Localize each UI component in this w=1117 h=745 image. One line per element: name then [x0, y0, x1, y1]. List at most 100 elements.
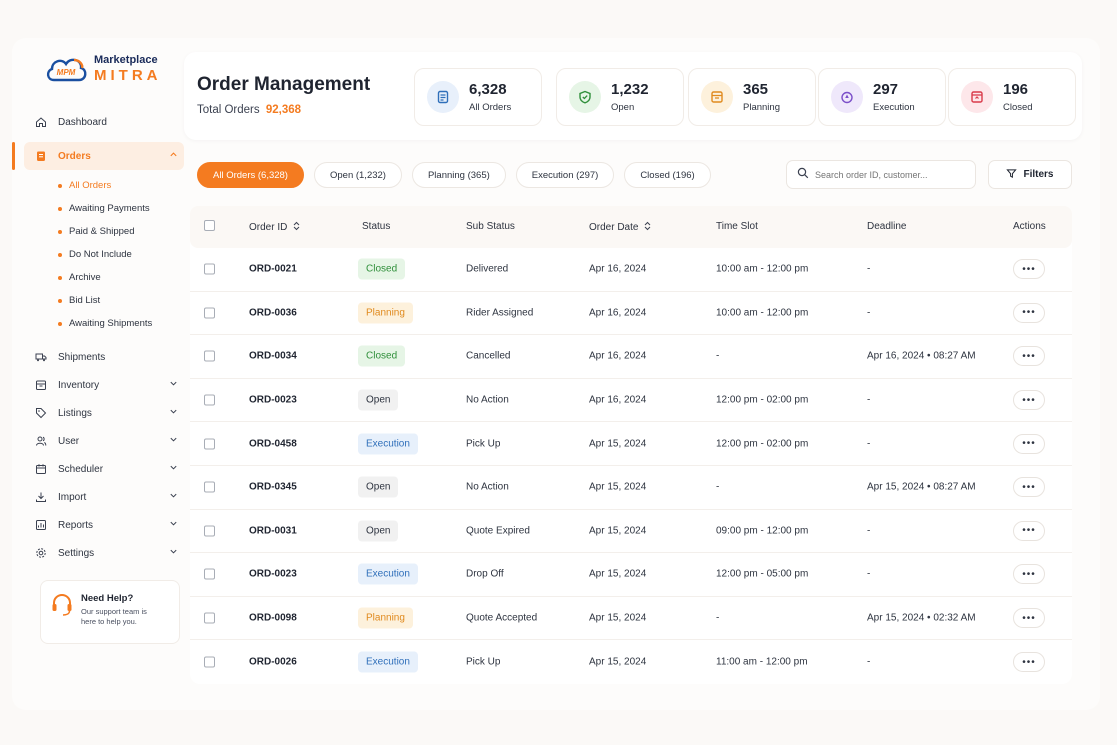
- row-checkbox[interactable]: [204, 394, 215, 406]
- order-id[interactable]: ORD-0034: [249, 351, 297, 362]
- row-checkbox[interactable]: [204, 525, 215, 537]
- submenu-label: All Orders: [69, 180, 112, 191]
- more-actions-button[interactable]: •••: [1013, 652, 1045, 673]
- table-row[interactable]: ORD-0458 Execution Pick Up Apr 15, 2024 12:0…: [190, 422, 1072, 466]
- more-actions-button[interactable]: •••: [1013, 477, 1045, 498]
- orders-table: Order ID Status Sub Status Order Date Ti…: [190, 206, 1072, 684]
- stat-value: 297: [873, 80, 899, 98]
- planner-icon: [701, 81, 733, 113]
- gear-icon: [34, 546, 48, 560]
- sidebar-item-label: Listings: [58, 407, 92, 419]
- sidebar-item-scheduler[interactable]: Scheduler: [24, 455, 184, 483]
- stat-card-all-orders[interactable]: 6,328 All Orders: [414, 68, 542, 126]
- home-icon: [34, 115, 48, 129]
- tab-planning[interactable]: Planning (365): [411, 162, 506, 188]
- order-id[interactable]: ORD-0026: [249, 657, 297, 668]
- table-row[interactable]: ORD-0026 Execution Pick Up Apr 15, 2024 11:0…: [190, 640, 1072, 684]
- order-id[interactable]: ORD-0458: [249, 438, 297, 449]
- sidebar-item-settings[interactable]: Settings: [24, 539, 184, 567]
- table-row[interactable]: ORD-0031 Open Quote Expired Apr 15, 2024 09:…: [190, 510, 1072, 554]
- order-id[interactable]: ORD-0345: [249, 482, 297, 493]
- more-actions-button[interactable]: •••: [1013, 259, 1045, 280]
- order-id[interactable]: ORD-0021: [249, 264, 297, 275]
- row-checkbox[interactable]: [204, 263, 215, 275]
- more-actions-button[interactable]: •••: [1013, 433, 1045, 454]
- sidebar-item-shipments[interactable]: Shipments: [24, 343, 184, 371]
- submenu-item-do-not-include[interactable]: Do Not Include: [58, 243, 184, 266]
- order-id[interactable]: ORD-0098: [249, 613, 297, 624]
- row-checkbox[interactable]: [204, 350, 215, 362]
- help-card[interactable]: Need Help? Our support team is here to h…: [40, 580, 180, 644]
- column-label: Time Slot: [716, 221, 758, 232]
- submenu-item-bid-list[interactable]: Bid List: [58, 289, 184, 312]
- sidebar-item-user[interactable]: User: [24, 427, 184, 455]
- search-input[interactable]: [815, 169, 965, 180]
- table-row[interactable]: ORD-0021 Closed Delivered Apr 16, 2024 10:00…: [190, 248, 1072, 292]
- row-checkbox[interactable]: [204, 656, 215, 668]
- order-id[interactable]: ORD-0036: [249, 307, 297, 318]
- chevron-down-icon: [169, 547, 178, 559]
- row-checkbox[interactable]: [204, 438, 215, 450]
- sidebar: MPM Marketplace MITRA Dashboard Orders A…: [12, 38, 184, 710]
- sidebar-item-inventory[interactable]: Inventory: [24, 371, 184, 399]
- more-actions-button[interactable]: •••: [1013, 608, 1045, 629]
- submenu-label: Awaiting Shipments: [69, 318, 153, 329]
- table-row[interactable]: ORD-0345 Open No Action Apr 15, 2024 - Apr 15…: [190, 466, 1072, 510]
- search-box[interactable]: [786, 160, 976, 189]
- sidebar-item-reports[interactable]: Reports: [24, 511, 184, 539]
- table-row[interactable]: ORD-0023 Execution Drop Off Apr 15, 2024 12:…: [190, 553, 1072, 597]
- sort-icon: [644, 221, 651, 234]
- order-id[interactable]: ORD-0023: [249, 395, 297, 406]
- sidebar-item-listings[interactable]: Listings: [24, 399, 184, 427]
- submenu-item-awaiting-shipments[interactable]: Awaiting Shipments: [58, 312, 184, 335]
- filters-label: Filters: [1023, 169, 1054, 180]
- execution-icon: [831, 81, 863, 113]
- status-badge: Planning: [358, 607, 413, 629]
- table-row[interactable]: ORD-0036 Planning Rider Assigned Apr 16, 20…: [190, 292, 1072, 336]
- sidebar-item-label: Dashboard: [58, 116, 107, 128]
- tab-open[interactable]: Open (1,232): [313, 162, 402, 188]
- deadline: -: [867, 438, 871, 450]
- total-orders: Total Orders 92,368: [197, 104, 301, 116]
- sidebar-item-import[interactable]: Import: [24, 483, 184, 511]
- more-actions-button[interactable]: •••: [1013, 564, 1045, 585]
- order-id[interactable]: ORD-0031: [249, 525, 297, 536]
- chevron-down-icon: [169, 435, 178, 447]
- sidebar-item-orders[interactable]: Orders: [12, 142, 184, 170]
- stat-card-open[interactable]: 1,232 Open: [556, 68, 684, 126]
- more-actions-button[interactable]: •••: [1013, 346, 1045, 367]
- submenu-item-all-orders[interactable]: All Orders: [58, 174, 184, 197]
- tab-closed[interactable]: Closed (196): [624, 162, 711, 188]
- ellipsis-icon: •••: [1022, 656, 1036, 668]
- row-checkbox[interactable]: [204, 307, 215, 319]
- more-actions-button[interactable]: •••: [1013, 520, 1045, 541]
- brand-logo[interactable]: MPM Marketplace MITRA: [44, 54, 162, 84]
- app-window: MPM Marketplace MITRA Dashboard Orders A…: [12, 38, 1100, 710]
- stat-card-planning[interactable]: 365 Planning: [688, 68, 816, 126]
- time-slot: 10:00 am - 12:00 pm: [716, 263, 809, 275]
- stat-card-execution[interactable]: 297 Execution: [818, 68, 946, 126]
- sidebar-item-dashboard[interactable]: Dashboard: [24, 108, 184, 136]
- submenu-item-paid-shipped[interactable]: Paid & Shipped: [58, 220, 184, 243]
- column-header-order-id[interactable]: Order ID: [249, 221, 300, 234]
- row-checkbox[interactable]: [204, 481, 215, 493]
- filters-button[interactable]: Filters: [988, 160, 1072, 189]
- submenu-item-archive[interactable]: Archive: [58, 266, 184, 289]
- stat-value: 365: [743, 80, 769, 98]
- select-all-checkbox[interactable]: [204, 220, 215, 231]
- tab-execution[interactable]: Execution (297): [515, 162, 615, 188]
- more-actions-button[interactable]: •••: [1013, 302, 1045, 323]
- row-checkbox[interactable]: [204, 612, 215, 624]
- deadline: -: [867, 568, 871, 580]
- brand-line2: MITRA: [94, 67, 162, 84]
- table-row[interactable]: ORD-0023 Open No Action Apr 16, 2024 12:00 p…: [190, 379, 1072, 423]
- row-checkbox[interactable]: [204, 568, 215, 580]
- table-row[interactable]: ORD-0034 Closed Cancelled Apr 16, 2024 - Apr …: [190, 335, 1072, 379]
- tab-all-orders[interactable]: All Orders (6,328): [197, 162, 304, 188]
- stat-card-closed[interactable]: 196 Closed: [948, 68, 1076, 126]
- more-actions-button[interactable]: •••: [1013, 390, 1045, 411]
- table-row[interactable]: ORD-0098 Planning Quote Accepted Apr 15, 20…: [190, 597, 1072, 641]
- submenu-item-awaiting-payments[interactable]: Awaiting Payments: [58, 197, 184, 220]
- order-id[interactable]: ORD-0023: [249, 569, 297, 580]
- column-header-order-date[interactable]: Order Date: [589, 221, 651, 234]
